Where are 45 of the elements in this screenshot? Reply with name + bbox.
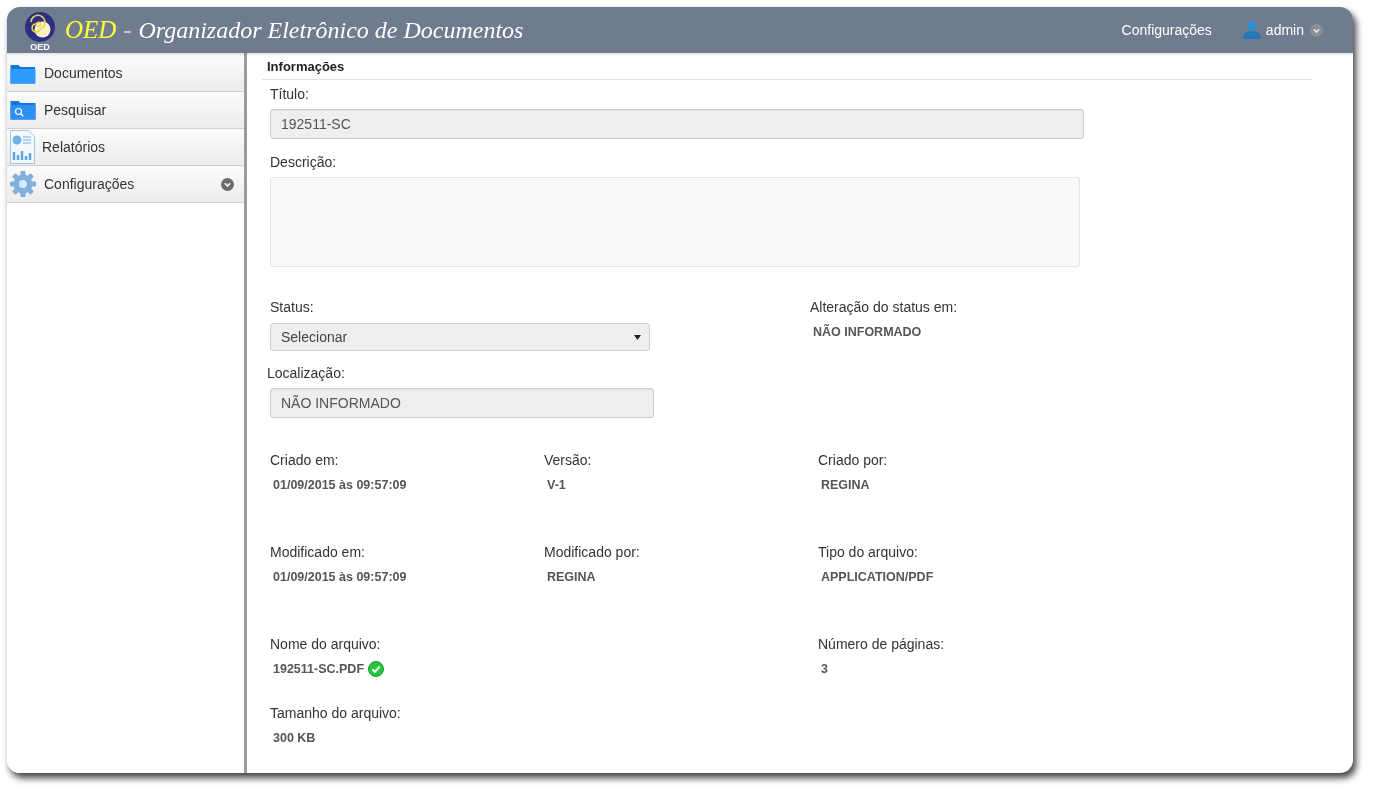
field-value: 01/09/2015 às 09:57:09 [273,569,407,586]
report-icon [10,130,35,164]
field-label: Tipo do arquivo: [818,544,918,560]
logo-icon [23,11,57,42]
title-separator: - [123,16,132,44]
folder-search-icon [10,100,36,120]
field-value: REGINA [821,477,870,494]
field-value: REGINA [547,569,596,586]
gear-icon [10,171,36,197]
field-label: Criado em: [270,452,339,468]
field-value: 3 [821,661,828,678]
chevron-down-icon [1310,23,1323,37]
field-value: 192511-SC.PDF [273,661,365,678]
settings-link[interactable]: Configurações [1121,22,1212,38]
field-label: Tamanho do arquivo: [270,705,401,721]
field-label: Número de páginas: [818,636,945,652]
field-label: Criado por: [818,452,888,468]
field-label: Status: [270,299,314,315]
field-label: Modificado por: [544,544,640,560]
field-value: V-1 [547,477,566,494]
chevron-down-icon [221,177,234,191]
app-abbreviation: OED [65,16,117,44]
caret-down-icon [634,334,641,340]
sidebar-item[interactable]: Documentos [7,55,244,92]
section-heading: Informações [266,59,345,75]
description-field[interactable] [270,177,1080,267]
logo-text: OED [30,41,50,52]
field-label: Alteração do status em: [810,299,958,315]
field-label: Localização: [267,365,345,381]
app-title: Organizador Eletrônico de Documentos [138,16,524,44]
user-icon [1242,21,1261,39]
field-value: APPLICATION/PDF [821,569,934,586]
sidebar-item[interactable]: Configurações [7,166,244,203]
sidebar-item[interactable]: Pesquisar [7,92,244,129]
field-label: Modificado em: [270,544,365,560]
field-label: Nome do arquivo: [270,636,381,652]
field-value: 01/09/2015 às 09:57:09 [273,477,407,494]
field-label: Versão: [544,452,592,468]
sidebar-item[interactable]: Relatórios [7,129,244,166]
field-label: Descrição: [270,154,337,170]
folder-icon [10,62,36,84]
field-value: NÃO INFORMADO [813,323,922,341]
field-value: 300 KB [273,730,316,747]
field-label: Título: [270,86,309,102]
user-menu-button[interactable]: admin [1242,21,1323,39]
